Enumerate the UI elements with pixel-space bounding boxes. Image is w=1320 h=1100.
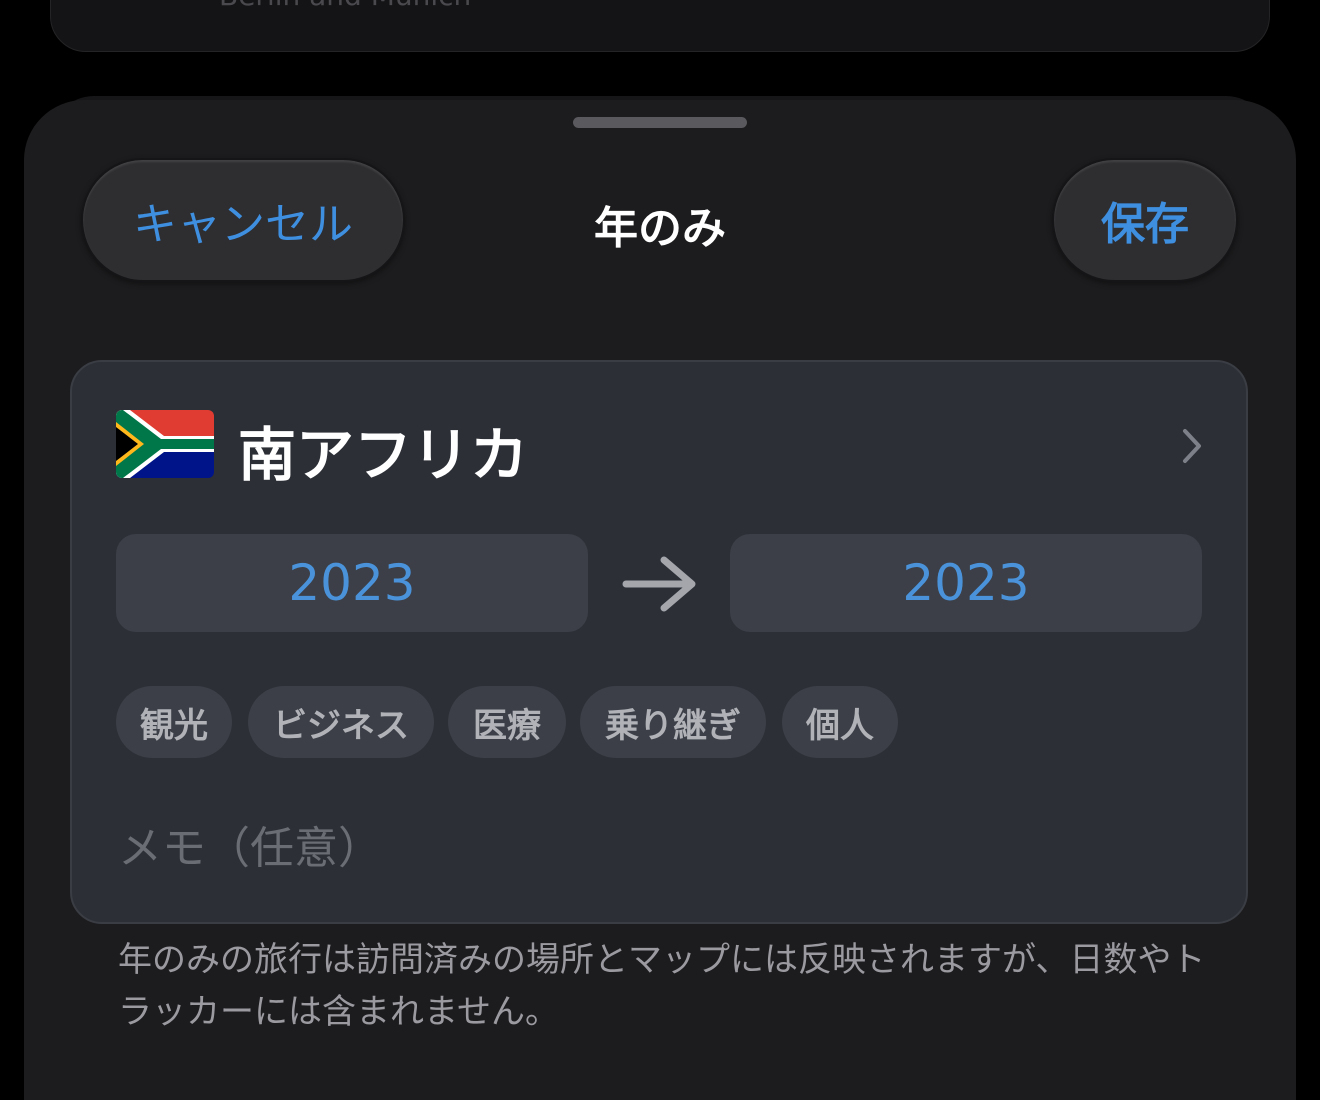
tag-chip-personal[interactable]: 個人 — [782, 686, 898, 758]
end-year-picker[interactable]: 2023 — [730, 534, 1202, 632]
arrow-right-icon — [620, 552, 700, 616]
south-africa-flag-icon — [116, 410, 214, 478]
tag-chip-medical[interactable]: 医療 — [448, 686, 566, 758]
sheet-grabber[interactable] — [573, 117, 747, 128]
previous-trip-text: Berlin and Munich — [219, 0, 471, 12]
country-name[interactable]: 南アフリカ — [238, 408, 528, 492]
save-button[interactable]: 保存 — [1052, 158, 1238, 282]
previous-trip-card[interactable]: Berlin and Munich — [50, 0, 1270, 52]
footer-note: 年のみの旅行は訪問済みの場所とマップには反映されますが、日数やトラッカーには含ま… — [118, 940, 1206, 1032]
memo-field[interactable]: メモ（任意） — [118, 812, 382, 876]
edit-trip-sheet: キャンセル 年のみ 保存 南アフリカ 2023 2023 観光 ビジネス 医療 … — [24, 100, 1296, 1100]
tag-chip-transit[interactable]: 乗り継ぎ — [580, 686, 766, 758]
chevron-right-icon[interactable] — [1180, 426, 1204, 466]
tag-chip-business[interactable]: ビジネス — [248, 686, 434, 758]
tag-chip-sightseeing[interactable]: 観光 — [116, 686, 232, 758]
start-year-picker[interactable]: 2023 — [116, 534, 588, 632]
trip-entry-card: 南アフリカ 2023 2023 観光 ビジネス 医療 乗り継ぎ 個人 メモ（任意… — [70, 360, 1248, 924]
